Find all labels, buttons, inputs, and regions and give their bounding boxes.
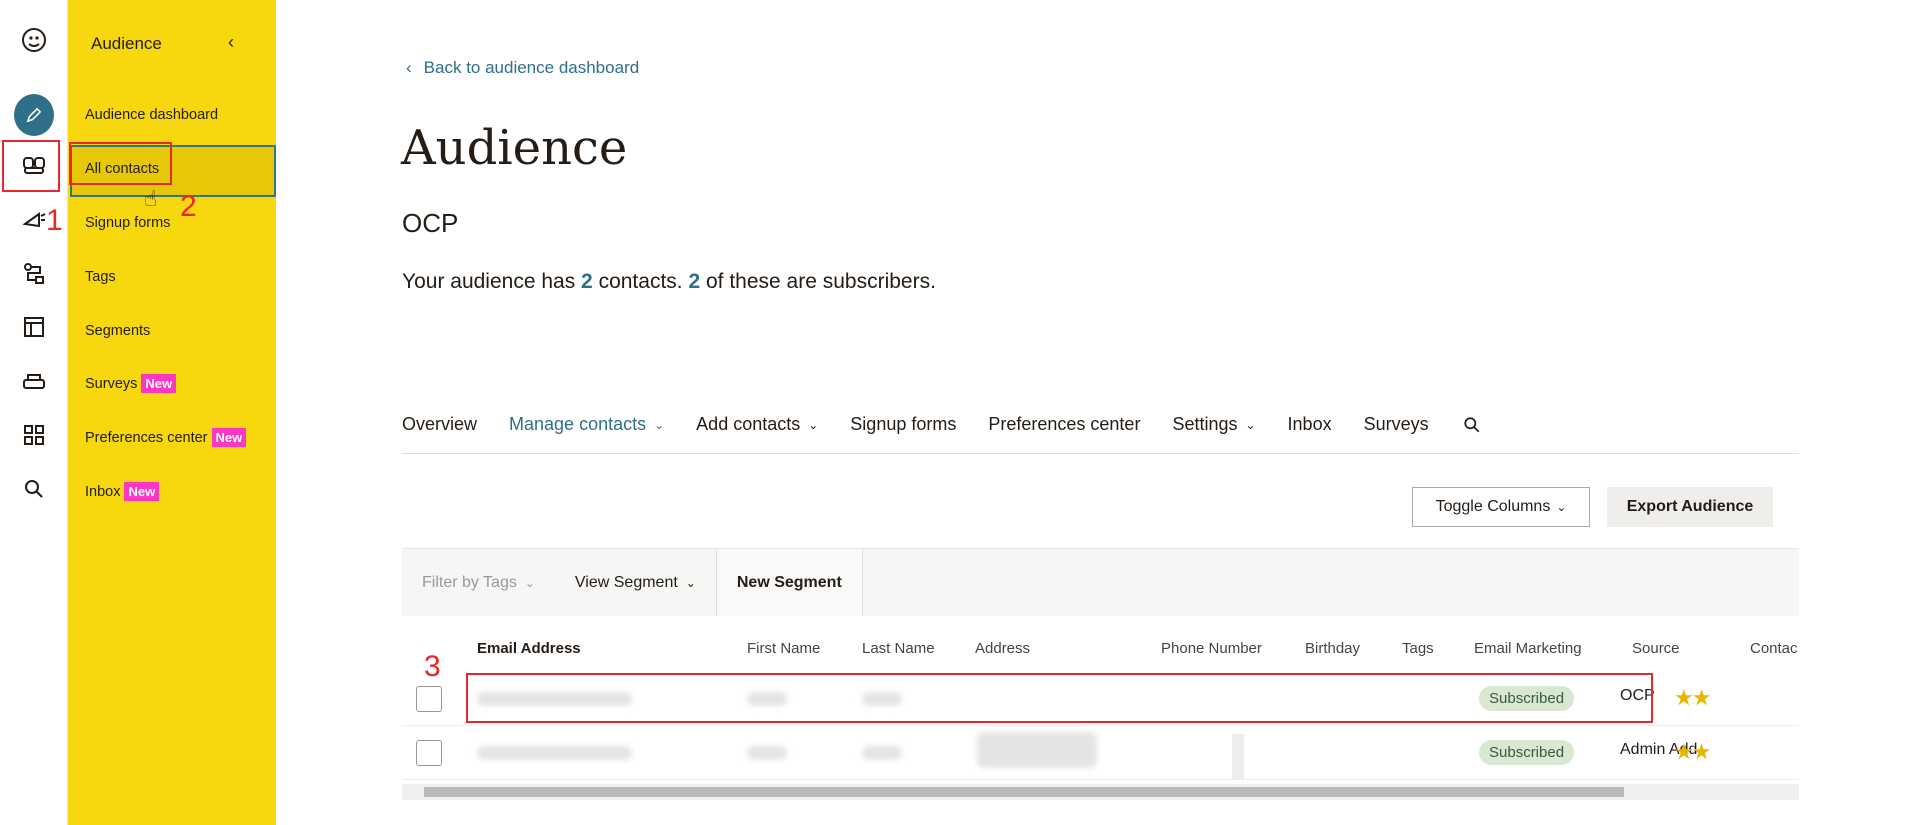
header-contact-rating[interactable]: Contac — [1750, 640, 1798, 657]
create-pencil-icon[interactable] — [14, 94, 54, 136]
annotation-box-1 — [2, 140, 60, 192]
scrollbar-thumb[interactable] — [424, 787, 1624, 797]
row-checkbox[interactable] — [416, 686, 442, 712]
contacts-count[interactable]: 2 — [581, 270, 593, 293]
chevron-down-icon: ⌄ — [1245, 417, 1256, 432]
chevron-down-icon: ⌄ — [808, 417, 819, 432]
header-tags[interactable]: Tags — [1402, 640, 1434, 657]
filter-bar: Filter by Tags ⌄ View Segment ⌄ New Segmen… — [402, 548, 1799, 616]
hand-cursor-icon: ☝ — [144, 186, 158, 211]
chevron-left-icon: ‹ — [406, 58, 412, 77]
export-audience-button[interactable]: Export Audience — [1607, 487, 1773, 527]
header-birthday[interactable]: Birthday — [1305, 640, 1360, 657]
table-horizontal-scrollbar[interactable] — [402, 784, 1799, 800]
collapse-chevron-icon[interactable]: ‹ — [228, 32, 234, 53]
tab-add-contacts[interactable]: Add contacts ⌄ — [696, 414, 818, 435]
header-source[interactable]: Source — [1632, 640, 1680, 657]
chevron-down-icon: ⌄ — [524, 575, 535, 590]
blurred-last-name — [862, 746, 902, 760]
integrations-grid-icon[interactable] — [14, 415, 54, 455]
subscribers-count[interactable]: 2 — [688, 270, 700, 293]
audience-tabs: Overview Manage contacts ⌄ Add contacts ⌄ … — [402, 396, 1799, 454]
chevron-down-icon: ⌄ — [1556, 500, 1567, 514]
view-segment-dropdown[interactable]: View Segment ⌄ — [555, 549, 716, 616]
row-checkbox[interactable] — [416, 740, 442, 766]
table-row[interactable]: Subscribed Admin Add ★★ — [402, 726, 1799, 780]
audience-name: OCP — [402, 208, 459, 238]
tab-preferences-center[interactable]: Preferences center — [988, 414, 1140, 435]
status-badge: Subscribed — [1479, 740, 1575, 765]
new-badge: New — [211, 428, 247, 447]
annotation-box-2 — [69, 142, 172, 185]
tab-search-icon[interactable] — [1461, 414, 1483, 436]
tab-overview[interactable]: Overview — [402, 414, 477, 435]
nav-item-surveys[interactable]: Surveys New — [85, 374, 177, 393]
toggle-columns-button[interactable]: Toggle Columns ⌄ — [1412, 487, 1590, 527]
main-content: ‹ Back to audience dashboard Audience OCP… — [276, 0, 1920, 825]
tab-settings[interactable]: Settings ⌄ — [1172, 414, 1255, 435]
nav-item-preferences-center[interactable]: Preferences center New — [85, 428, 247, 447]
page-title: Audience — [401, 120, 628, 176]
annotation-number-3: 3 — [424, 650, 441, 683]
tab-surveys[interactable]: Surveys — [1364, 414, 1429, 435]
nav-item-signup-forms[interactable]: Signup forms — [85, 215, 170, 231]
chevron-down-icon: ⌄ — [654, 417, 665, 432]
header-email-marketing[interactable]: Email Marketing — [1474, 640, 1582, 657]
search-icon[interactable] — [14, 469, 54, 509]
content-studio-icon[interactable] — [14, 361, 54, 401]
back-to-dashboard-link[interactable]: ‹ Back to audience dashboard — [406, 58, 639, 78]
header-last-name[interactable]: Last Name — [862, 640, 935, 657]
nav-item-tags[interactable]: Tags — [85, 269, 116, 285]
header-email-address[interactable]: Email Address — [477, 640, 581, 657]
new-badge: New — [124, 482, 160, 501]
nav-title: Audience — [91, 34, 162, 53]
header-first-name[interactable]: First Name — [747, 640, 820, 657]
header-address[interactable]: Address — [975, 640, 1030, 657]
tab-manage-contacts[interactable]: Manage contacts ⌄ — [509, 414, 664, 435]
rating-stars: ★★ — [1674, 739, 1711, 764]
tab-inbox[interactable]: Inbox — [1288, 414, 1332, 435]
website-icon[interactable] — [14, 307, 54, 347]
new-badge: New — [141, 374, 177, 393]
blurred-first-name — [747, 746, 787, 760]
audience-nav: Audience ‹ Audience dashboard All contac… — [68, 0, 276, 825]
audience-summary: Your audience has 2 contacts. 2 of these… — [402, 270, 936, 293]
address-cell-scrollbar[interactable] — [1232, 734, 1244, 780]
tab-signup-forms[interactable]: Signup forms — [850, 414, 956, 435]
blurred-address — [977, 732, 1097, 768]
new-segment-button[interactable]: New Segment — [715, 549, 863, 616]
annotation-number-2: 2 — [180, 190, 197, 223]
nav-item-segments[interactable]: Segments — [85, 323, 150, 339]
annotation-box-3 — [466, 673, 1653, 723]
mailchimp-logo-icon[interactable] — [14, 20, 54, 60]
chevron-down-icon: ⌄ — [685, 575, 696, 590]
header-phone-number[interactable]: Phone Number — [1161, 640, 1262, 657]
filter-by-tags-dropdown[interactable]: Filter by Tags ⌄ — [402, 549, 555, 616]
annotation-number-1: 1 — [46, 204, 63, 237]
nav-item-audience-dashboard[interactable]: Audience dashboard — [85, 107, 218, 123]
automations-icon[interactable] — [14, 253, 54, 293]
blurred-email — [477, 746, 632, 760]
nav-item-inbox[interactable]: Inbox New — [85, 482, 160, 501]
icon-rail — [0, 0, 68, 825]
rating-stars: ★★ — [1674, 685, 1711, 710]
